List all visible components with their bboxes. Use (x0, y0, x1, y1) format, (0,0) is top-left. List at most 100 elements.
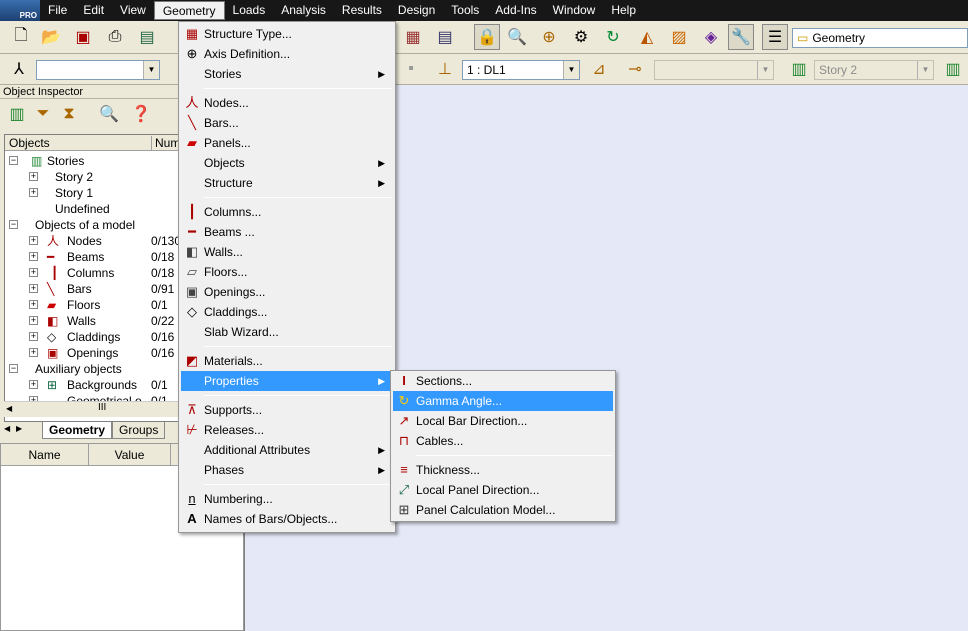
menu-add-ins[interactable]: Add-Ins (487, 1, 544, 20)
menu-item-slab-wizard[interactable]: Slab Wizard... (181, 322, 393, 342)
menu-tools[interactable]: Tools (443, 1, 487, 20)
menu-item-panel-calculation-model[interactable]: ⊞ Panel Calculation Model... (393, 500, 613, 520)
menu-item-stories[interactable]: Stories ▶ (181, 64, 393, 84)
menu-item-gamma-angle[interactable]: ↻ Gamma Angle... (393, 391, 613, 411)
scroll-thumb[interactable]: III (98, 402, 106, 413)
menu-item-walls[interactable]: ◧ Walls... (181, 242, 393, 262)
app-logo: PRO (0, 0, 40, 21)
hourglass-icon[interactable]: ⧗ (56, 101, 82, 127)
menu-item-columns[interactable]: ┃ Columns... (181, 202, 393, 222)
load-query-icon[interactable]: ⊸ (622, 56, 648, 82)
expand-icon[interactable]: + (29, 236, 38, 245)
load-icon[interactable]: ⊥ (432, 56, 458, 82)
menu-analysis[interactable]: Analysis (273, 1, 334, 20)
menu-window[interactable]: Window (545, 1, 604, 20)
menu-item-beams[interactable]: ━ Beams ... (181, 222, 393, 242)
lock-icon[interactable]: 🔒 (474, 24, 500, 50)
stories-icon[interactable]: ▥ (4, 101, 30, 127)
standard-toolbar: 🗋 📂 ▣ ⎙ ▤ ▦ ▤ 🔒 🔍 ⊕ ⚙ ↻ ◭ ▨ ◈ 🔧 ☰ ▭ Geome… (0, 21, 968, 54)
rotate-icon[interactable]: ↻ (600, 24, 626, 50)
menu-item-structure[interactable]: Structure ▶ (181, 173, 393, 193)
tab-scroll-left-icon[interactable]: ◀ (4, 424, 10, 433)
tab-scroll-right-icon[interactable]: ▶ (16, 424, 22, 433)
menu-item-supports[interactable]: ⊼ Supports... (181, 400, 393, 420)
expand-icon[interactable]: + (29, 332, 38, 341)
load-case-combo[interactable]: 1 : DL1 ▼ (462, 60, 580, 80)
menu-item-additional-attributes[interactable]: Additional Attributes ▶ (181, 440, 393, 460)
menu-item-floors[interactable]: ▱ Floors... (181, 262, 393, 282)
menu-item-axis-definition[interactable]: ⊕ Axis Definition... (181, 44, 393, 64)
display-icon[interactable]: ⚙ (568, 24, 594, 50)
menu-item-bars[interactable]: ╲ Bars... (181, 113, 393, 133)
scroll-left-icon[interactable]: ◀ (6, 404, 12, 413)
menu-item-structure-type[interactable]: ▦ Structure Type... (181, 24, 393, 44)
menu-item-claddings[interactable]: ◇ Claddings... (181, 302, 393, 322)
open-file-icon[interactable]: 📂 (38, 24, 64, 50)
story-combo[interactable]: Story 2 ▼ (814, 60, 934, 80)
collapse-icon[interactable]: − (9, 156, 18, 165)
book-icon[interactable]: ▤ (134, 24, 160, 50)
menu-results[interactable]: Results (334, 1, 390, 20)
expand-icon[interactable]: + (29, 380, 38, 389)
menu-item-names[interactable]: A Names of Bars/Objects... (181, 509, 393, 529)
menu-item-local-bar-direction[interactable]: ↗ Local Bar Direction... (393, 411, 613, 431)
value-column-header[interactable]: Value (89, 444, 171, 465)
new-file-icon[interactable]: 🗋 (8, 24, 34, 50)
table-icon[interactable]: ▤ (432, 24, 458, 50)
search-icon[interactable]: 🔍 (96, 101, 122, 127)
wrench-icon[interactable]: 🔧 (728, 24, 754, 50)
layout-combo[interactable]: ▭ Geometry (792, 28, 968, 48)
menu-item-releases[interactable]: ⊬ Releases... (181, 420, 393, 440)
list-icon[interactable]: ☰ (762, 24, 788, 50)
menu-help[interactable]: Help (603, 1, 644, 20)
expand-icon[interactable]: + (29, 188, 38, 197)
triangle-icon[interactable]: ◭ (634, 24, 660, 50)
menu-item-properties[interactable]: Properties ▶ (181, 371, 393, 391)
hatch-icon[interactable]: ▨ (666, 24, 692, 50)
menu-file[interactable]: File (40, 1, 75, 20)
story-settings-icon[interactable]: ▥ (940, 56, 966, 82)
menu-item-phases[interactable]: Phases ▶ (181, 460, 393, 480)
load-diagram-icon[interactable]: ⊿ (586, 56, 612, 82)
menu-view[interactable]: View (112, 1, 154, 20)
submenu-arrow-icon: ▶ (378, 445, 385, 455)
expand-icon[interactable]: + (29, 284, 38, 293)
menu-item-panels[interactable]: ▰ Panels... (181, 133, 393, 153)
menu-item-sections[interactable]: Ι Sections... (393, 371, 613, 391)
zoom-icon[interactable]: 🔍 (504, 24, 530, 50)
filter-icon[interactable]: ⏷ (30, 101, 56, 127)
menu-item-objects[interactable]: Objects ▶ (181, 153, 393, 173)
expand-icon[interactable]: + (29, 268, 38, 277)
expand-icon[interactable]: + (29, 316, 38, 325)
menu-loads[interactable]: Loads (225, 1, 274, 20)
save-icon[interactable]: ▣ (70, 24, 96, 50)
expand-icon[interactable]: + (29, 300, 38, 309)
objects-column-header[interactable]: Objects (9, 136, 50, 150)
selection-combo[interactable]: ▼ (36, 60, 160, 80)
story-icon[interactable]: ▥ (786, 56, 812, 82)
menu-item-cables[interactable]: ⊓ Cables... (393, 431, 613, 451)
collapse-icon[interactable]: − (9, 364, 18, 373)
menu-design[interactable]: Design (390, 1, 443, 20)
target-icon[interactable]: ⊕ (536, 24, 562, 50)
expand-icon[interactable]: + (29, 348, 38, 357)
menu-item-materials[interactable]: ◩ Materials... (181, 351, 393, 371)
expand-icon[interactable]: + (29, 252, 38, 261)
tab-groups[interactable]: Groups (112, 422, 166, 439)
expand-icon[interactable]: + (29, 172, 38, 181)
menu-item-thickness[interactable]: ≡ Thickness... (393, 460, 613, 480)
menu-item-nodes[interactable]: 人 Nodes... (181, 93, 393, 113)
menu-edit[interactable]: Edit (75, 1, 112, 20)
collapse-icon[interactable]: − (9, 220, 18, 229)
menu-item-local-panel-direction[interactable]: ⤢ Local Panel Direction... (393, 480, 613, 500)
help-icon[interactable]: ❓ (128, 101, 154, 127)
name-column-header[interactable]: Name (1, 444, 89, 465)
print-icon[interactable]: ⎙ (102, 24, 128, 50)
cube-icon[interactable]: ◈ (698, 24, 724, 50)
tab-geometry[interactable]: Geometry (42, 422, 113, 439)
menu-item-numbering[interactable]: n Numbering... (181, 489, 393, 509)
menu-item-openings[interactable]: ▣ Openings... (181, 282, 393, 302)
node-query-icon[interactable]: ⅄ (6, 56, 32, 82)
calculator-icon[interactable]: ▦ (400, 24, 426, 50)
menu-geometry[interactable]: Geometry (153, 1, 225, 20)
